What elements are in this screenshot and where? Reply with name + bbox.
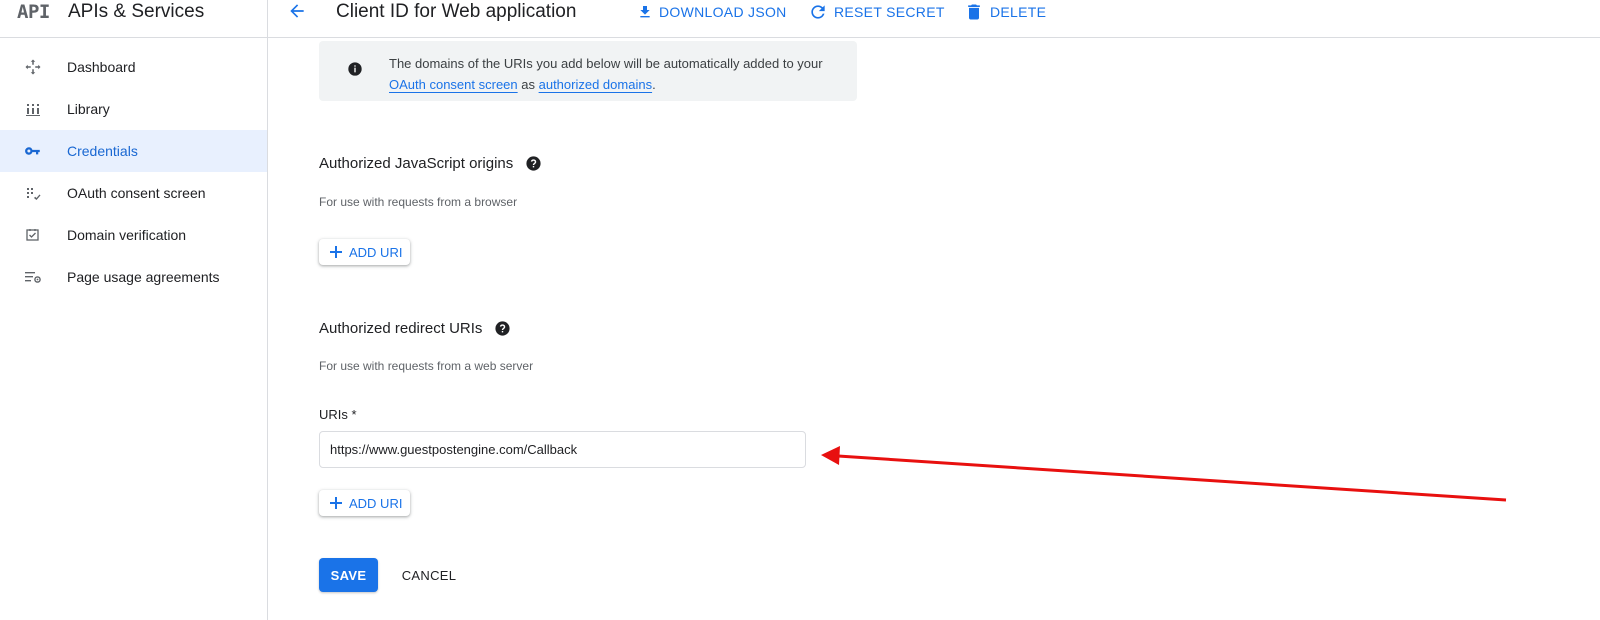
- reset-secret-label: RESET SECRET: [834, 4, 945, 20]
- consent-icon: [24, 185, 42, 201]
- redirect-uris-description: For use with requests from a web server: [319, 359, 534, 373]
- uris-field-label: URIs *: [319, 407, 357, 422]
- checkbox-icon: [24, 227, 42, 243]
- top-header: API APIs & Services Client ID for Web ap…: [0, 0, 1600, 38]
- download-icon: [640, 6, 650, 18]
- help-icon[interactable]: [525, 155, 542, 172]
- sidebar-item-label: Dashboard: [67, 59, 136, 75]
- js-origins-description: For use with requests from a browser: [319, 195, 518, 209]
- sidebar: Dashboard Library Credentials OAuth cons…: [0, 38, 268, 620]
- delete-button[interactable]: DELETE: [964, 2, 1046, 22]
- info-text: The domains of the URIs you add below wi…: [389, 53, 839, 95]
- plus-icon: [330, 497, 342, 509]
- redirect-uris-title: Authorized redirect URIs: [319, 320, 483, 337]
- add-uri-label: ADD URI: [349, 244, 403, 260]
- product-title: APIs & Services: [68, 1, 205, 22]
- redirect-uri-input[interactable]: [319, 431, 806, 468]
- info-text-part: .: [652, 77, 656, 92]
- page-title: Client ID for Web application: [336, 1, 577, 22]
- sidebar-item-library[interactable]: Library: [0, 88, 267, 130]
- add-redirect-uri-button[interactable]: ADD URI: [319, 490, 410, 516]
- download-json-button[interactable]: DOWNLOAD JSON: [637, 2, 787, 22]
- delete-label: DELETE: [990, 4, 1047, 20]
- back-button[interactable]: [286, 1, 310, 23]
- sidebar-item-oauth-consent[interactable]: OAuth consent screen: [0, 172, 267, 214]
- sidebar-item-domain-verification[interactable]: Domain verification: [0, 214, 267, 256]
- authorized-domains-link[interactable]: authorized domains: [539, 77, 652, 92]
- sidebar-item-label: Credentials: [67, 143, 138, 159]
- info-text-part: The domains of the URIs you add below wi…: [389, 56, 823, 71]
- add-uri-label: ADD URI: [349, 495, 403, 511]
- sidebar-item-label: Page usage agreements: [67, 269, 220, 285]
- library-icon: [24, 101, 42, 117]
- cancel-button[interactable]: CANCEL: [393, 558, 465, 592]
- oauth-consent-link[interactable]: OAuth consent screen: [389, 77, 518, 92]
- reset-secret-button[interactable]: RESET SECRET: [808, 2, 945, 22]
- dashboard-icon: [24, 59, 42, 75]
- save-button[interactable]: SAVE: [319, 558, 378, 592]
- sidebar-item-page-usage[interactable]: Page usage agreements: [0, 256, 267, 298]
- js-origins-title: Authorized JavaScript origins: [319, 155, 514, 172]
- info-icon: [348, 62, 362, 76]
- info-text-part: as: [517, 77, 539, 92]
- plus-icon: [330, 246, 342, 258]
- help-icon[interactable]: [494, 320, 511, 337]
- main-content: The domains of the URIs you add below wi…: [269, 38, 1600, 620]
- info-banner: The domains of the URIs you add below wi…: [319, 41, 857, 101]
- key-icon: [24, 143, 42, 159]
- arrow-back-icon: [290, 4, 304, 18]
- redirect-uris-heading: Authorized redirect URIs: [319, 320, 511, 337]
- refresh-icon: [811, 5, 825, 19]
- settings-list-icon: [24, 269, 42, 285]
- sidebar-item-label: Domain verification: [67, 227, 187, 243]
- api-logo: API: [17, 1, 50, 23]
- js-origins-heading: Authorized JavaScript origins: [319, 155, 542, 172]
- download-json-label: DOWNLOAD JSON: [659, 4, 787, 20]
- sidebar-item-dashboard[interactable]: Dashboard: [0, 46, 267, 88]
- add-js-origin-button[interactable]: ADD URI: [319, 239, 410, 265]
- trash-icon: [968, 4, 980, 20]
- sidebar-item-credentials[interactable]: Credentials: [0, 130, 267, 172]
- sidebar-item-label: OAuth consent screen: [67, 185, 206, 201]
- brand-area: API APIs & Services: [0, 0, 268, 38]
- sidebar-item-label: Library: [67, 101, 110, 117]
